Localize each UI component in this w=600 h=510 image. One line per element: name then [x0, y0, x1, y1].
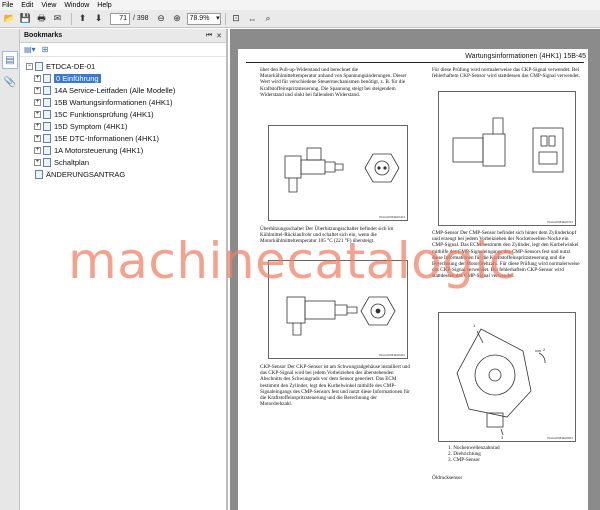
- bookmark-label: ETDCA-DE-01: [46, 61, 96, 71]
- expand-icon[interactable]: +: [34, 86, 41, 94]
- bookmark-icon: [43, 85, 51, 95]
- page-total: / 398: [133, 15, 149, 22]
- expand-icon[interactable]: +: [34, 134, 41, 142]
- save-icon[interactable]: 💾: [19, 12, 32, 25]
- toolbar-divider: [71, 12, 72, 25]
- previous-page-icon[interactable]: ⬆: [76, 12, 89, 25]
- navigation-pane-tabs: ▤ 📎: [0, 29, 20, 510]
- toolbar-divider: [224, 12, 226, 25]
- collapse-icon[interactable]: −: [26, 62, 33, 70]
- bookmark-label: 14A Service-Leitfaden (Alle Modelle): [54, 85, 176, 95]
- figure-code: PAAA2D0NE00801: [547, 436, 573, 440]
- bookmark-item[interactable]: + 0 Einführung: [20, 72, 226, 84]
- bookmark-tree: − ETDCA-DE-01 + 0 Einführung + 14A Servi…: [20, 57, 226, 180]
- next-page-icon[interactable]: ⬇: [92, 12, 105, 25]
- bookmark-label: 15C Funktionsprüfung (4HK1): [54, 109, 154, 119]
- expand-icon[interactable]: +: [34, 146, 41, 154]
- bookmark-label: Schaltplan: [54, 157, 90, 167]
- expand-icon[interactable]: +: [34, 74, 41, 82]
- figure-ckp-sensor: PAAA2D0NE00701: [438, 91, 576, 226]
- menu-help[interactable]: Help: [97, 2, 111, 9]
- figure-code: PAAA2D0NE00401: [379, 215, 405, 219]
- callout-2: 2: [543, 347, 546, 352]
- expand-bookmarks-icon[interactable]: ⊞: [42, 45, 49, 54]
- bookmark-icon: [43, 145, 51, 155]
- bookmark-icon: [43, 121, 51, 131]
- bookmark-item[interactable]: + 15B Wartungsinformationen (4HK1): [20, 96, 226, 108]
- menu-edit[interactable]: Edit: [21, 2, 33, 9]
- toolbar: 📂 💾 🖶 ✉ ⬆ ⬇ 71 / 398 ⊖ ⊕ 78.9% ▾ ⊡ ⇔ ⌕: [0, 10, 600, 28]
- bookmark-icon: [43, 73, 51, 83]
- bookmarks-header: Bookmarks ⏮ ✕: [20, 29, 226, 43]
- bookmark-label: 15B Wartungsinformationen (4HK1): [54, 97, 173, 107]
- callout-1: 1: [473, 323, 476, 328]
- bookmark-label: 15D Symptom (4HK1): [54, 121, 128, 131]
- bookmark-icon: [43, 133, 51, 143]
- bookmark-item[interactable]: ÄNDERUNGSANTRAG: [20, 168, 226, 180]
- bookmark-item[interactable]: + 15D Symptom (4HK1): [20, 120, 226, 132]
- expand-icon[interactable]: +: [34, 158, 41, 166]
- print-icon[interactable]: 🖶: [35, 12, 48, 25]
- figure-ect-sensor: PAAA2D0NE00401: [268, 125, 408, 221]
- bookmark-item[interactable]: + 15C Funktionsprüfung (4HK1): [20, 108, 226, 120]
- left-intro-text: über den Pull-up-Widerstand und berechne…: [260, 67, 407, 98]
- oil-pressure-heading: Öldrucksensor: [432, 475, 463, 481]
- right-intro-text: Für diese Prüfung wird normalerweise das…: [432, 67, 580, 80]
- bookmark-icon: [43, 109, 51, 119]
- zoom-value: 78.9%: [189, 14, 210, 22]
- expand-icon[interactable]: +: [34, 122, 41, 130]
- bookmark-item[interactable]: + Schaltplan: [20, 156, 226, 168]
- bookmark-label: 0 Einführung: [54, 73, 101, 83]
- ect-sensor-drawing: [284, 147, 400, 193]
- menu-file[interactable]: File: [2, 2, 13, 9]
- watermark: machinecatalogic: [68, 232, 517, 290]
- page-header: Wartungsinformationen (4HK1) 15B-45: [465, 53, 586, 60]
- figure-legend: 1. Nockenwellenzahnrad 2. Drehrichtung 3…: [448, 445, 578, 464]
- chevron-down-icon: ▾: [216, 14, 220, 22]
- bookmarks-toolbar: ▤▾ ⊞: [20, 43, 226, 57]
- bookmark-item[interactable]: + 1A Motorsteuerung (4HK1): [20, 144, 226, 156]
- fit-width-icon[interactable]: ⇔: [246, 12, 259, 25]
- ckp-sensor-text: CKP-Sensor Der CKP-Sensor ist am Schwung…: [260, 364, 410, 408]
- bookmark-icon: [43, 97, 51, 107]
- figure-code: PAAA2D0NE00701: [547, 220, 573, 224]
- bookmarks-title: Bookmarks: [24, 32, 63, 39]
- bookmark-item[interactable]: + 14A Service-Leitfaden (Alle Modelle): [20, 84, 226, 96]
- zoom-select[interactable]: 78.9% ▾: [186, 12, 221, 25]
- bookmarks-tab-icon[interactable]: ▤: [2, 51, 18, 69]
- legend-item: 3. CMP-Sensor: [448, 457, 480, 464]
- header-rule: [246, 62, 584, 63]
- attachments-tab-icon[interactable]: 📎: [2, 73, 18, 91]
- ckp-sensor-drawing: [452, 117, 564, 173]
- bookmark-label: ÄNDERUNGSANTRAG: [46, 169, 126, 179]
- bookmark-item[interactable]: + 15E DTC-Informationen (4HK1): [20, 132, 226, 144]
- bookmark-icon: [35, 169, 43, 179]
- callout-3: 3: [501, 435, 504, 440]
- bookmark-label: 1A Motorsteuerung (4HK1): [54, 145, 144, 155]
- bookmark-item[interactable]: − ETDCA-DE-01: [20, 60, 226, 72]
- bookmark-label: 15E DTC-Informationen (4HK1): [54, 133, 160, 143]
- zoom-out-icon[interactable]: ⊖: [155, 12, 168, 25]
- find-icon[interactable]: ⌕: [262, 12, 275, 25]
- page-number-input[interactable]: 71: [110, 12, 130, 25]
- menu-view[interactable]: View: [41, 2, 56, 9]
- expand-icon[interactable]: +: [34, 110, 41, 118]
- figure-code: PAAA2D0NE00401: [379, 353, 405, 357]
- menu-window[interactable]: Window: [64, 2, 89, 9]
- zoom-in-icon[interactable]: ⊕: [171, 12, 184, 25]
- bookmark-icon: [43, 157, 51, 167]
- figure-cmp-sensor: 1 2 3 PAAA2D0NE00801: [438, 312, 576, 442]
- bookmark-icon: [35, 61, 43, 71]
- expand-icon[interactable]: +: [34, 98, 41, 106]
- close-panel-icon[interactable]: ✕: [216, 32, 222, 40]
- collapse-panel-icon[interactable]: ⏮: [206, 32, 212, 40]
- email-icon[interactable]: ✉: [51, 12, 64, 25]
- cmp-sensor-drawing: 1 2 3: [456, 323, 546, 440]
- bookmark-options-icon[interactable]: ▤▾: [24, 45, 36, 54]
- menu-bar: File Edit View Window Help: [0, 0, 600, 10]
- open-icon[interactable]: 📂: [3, 12, 16, 25]
- fit-page-icon[interactable]: ⊡: [230, 12, 243, 25]
